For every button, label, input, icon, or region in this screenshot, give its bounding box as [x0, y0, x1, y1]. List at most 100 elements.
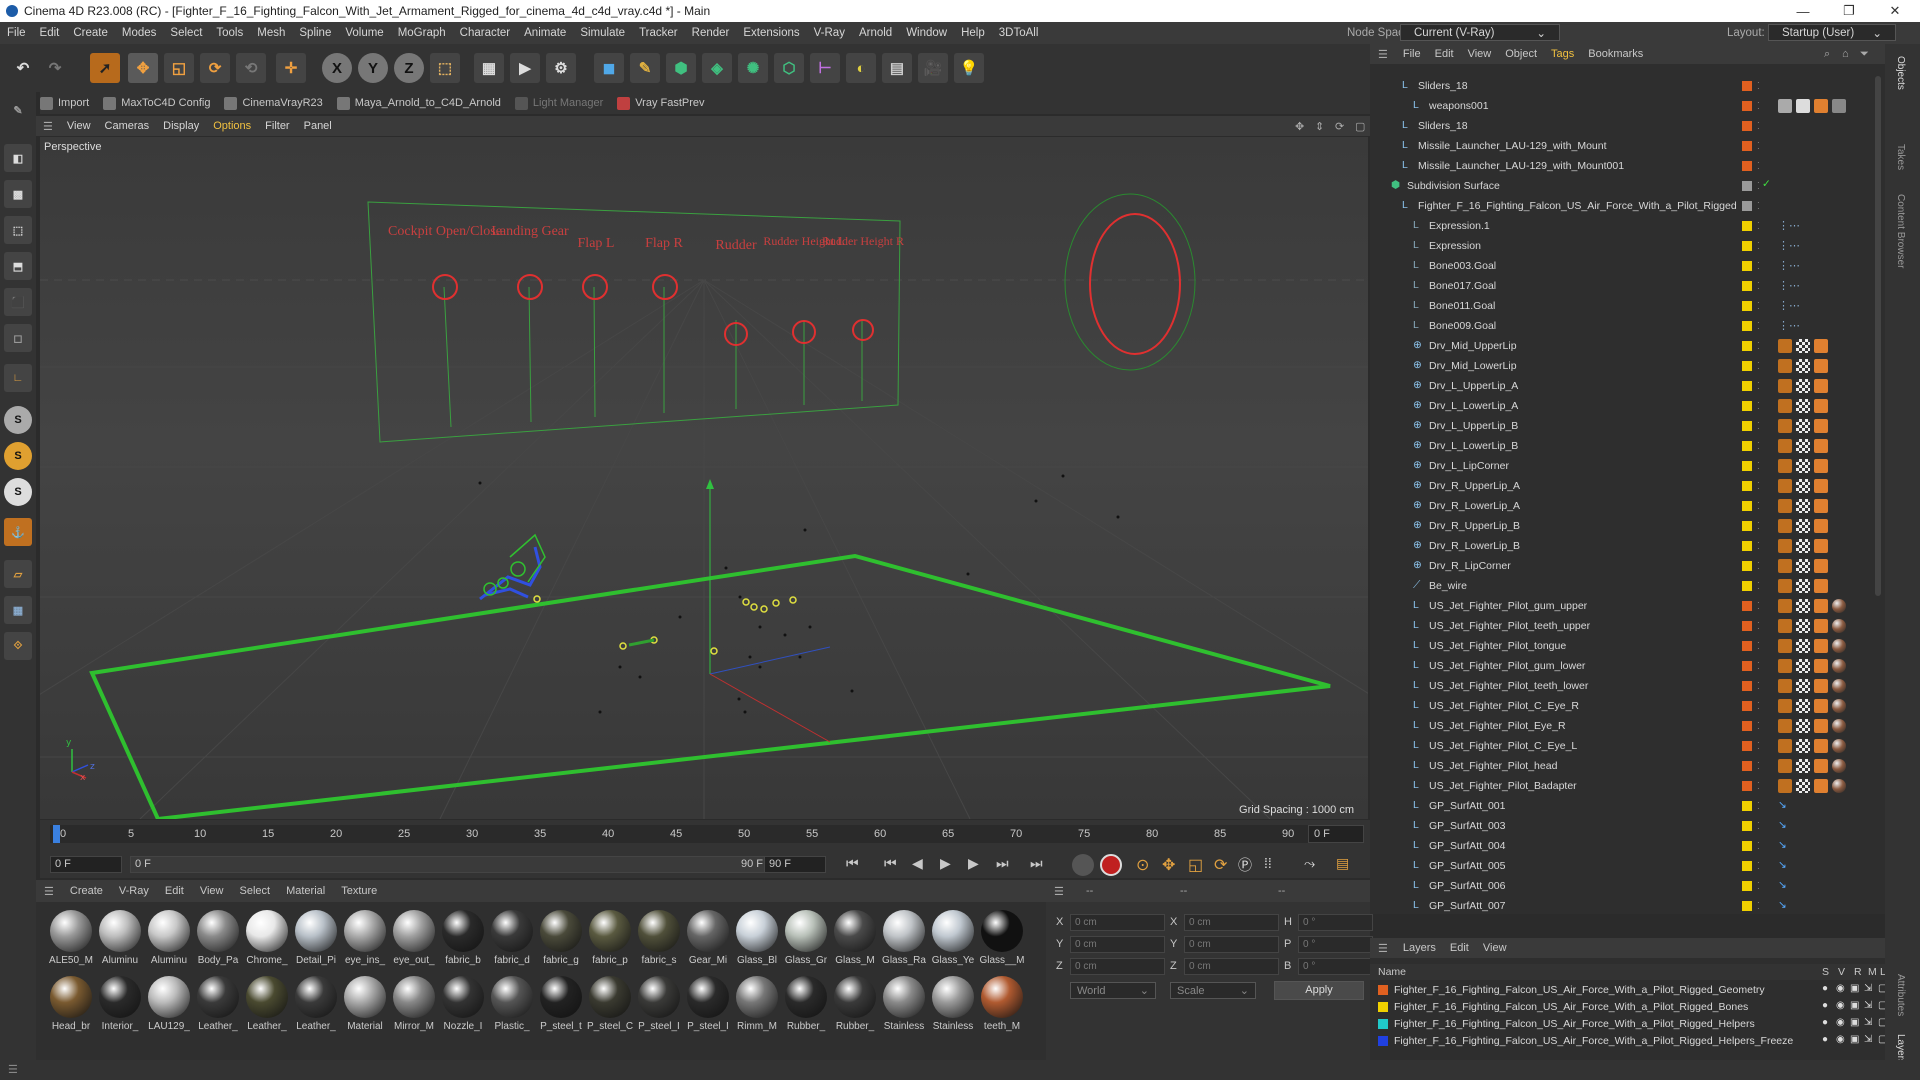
visibility-dots-icon[interactable]: · · [1757, 719, 1761, 733]
expression-tag-icon[interactable] [1814, 419, 1828, 433]
material-tag-icon[interactable] [1832, 699, 1846, 713]
object-row[interactable]: L GP_SurfAtt_004 · · ↘ [1370, 836, 1885, 856]
visibility-dots-icon[interactable]: · · [1757, 699, 1761, 713]
constraint-tag-icon[interactable]: ↘ [1778, 899, 1792, 913]
texture-tag-icon[interactable] [1796, 399, 1810, 413]
material-swatch[interactable]: Material [342, 974, 388, 1036]
layer-color-swatch[interactable] [1742, 541, 1752, 551]
layer-color-swatch[interactable] [1742, 141, 1752, 151]
object-row[interactable]: L Missile_Launcher_LAU-129_with_Mount · · [1370, 136, 1885, 156]
material-swatch[interactable]: Glass_Bl [734, 908, 780, 970]
layer-color-swatch[interactable] [1742, 821, 1752, 831]
visibility-dots-icon[interactable]: · · [1757, 319, 1761, 333]
expression-tag-icon[interactable] [1778, 399, 1792, 413]
start-frame-field[interactable]: 0 F [50, 856, 122, 873]
layers-menu-edit[interactable]: Edit [1443, 942, 1476, 954]
om-menu-tags[interactable]: Tags [1544, 48, 1581, 60]
apply-button[interactable]: Apply [1274, 981, 1364, 1000]
enabled-check-icon[interactable]: ✓ [1762, 178, 1771, 190]
rotation-h-field[interactable]: 0 ° [1298, 914, 1373, 931]
undo-icon[interactable]: ↶ [8, 53, 38, 83]
visibility-dots-icon[interactable]: · · [1757, 199, 1761, 213]
material-tag-icon[interactable] [1832, 639, 1846, 653]
cube-icon[interactable]: ◼ [594, 53, 624, 83]
layer-color-swatch[interactable] [1742, 221, 1752, 231]
light-icon[interactable]: 💡 [954, 53, 984, 83]
camera-icon[interactable]: 🎥 [918, 53, 948, 83]
workplane-snap-icon[interactable]: S [4, 478, 32, 506]
floor-icon[interactable]: ▤ [882, 53, 912, 83]
move-icon[interactable]: ✥ [128, 53, 158, 83]
mat-menu-texture[interactable]: Texture [333, 885, 385, 897]
object-row[interactable]: ⊕ Drv_R_LowerLip_B · · [1370, 536, 1885, 556]
layer-color-swatch[interactable] [1742, 381, 1752, 391]
expression-tag-icon[interactable] [1778, 559, 1792, 573]
menu-volume[interactable]: Volume [338, 27, 390, 39]
key-param-icon[interactable]: Ⓟ [1238, 855, 1252, 875]
prev-key-icon[interactable]: ⏮ [884, 855, 897, 872]
layers-menu-view[interactable]: View [1476, 942, 1514, 954]
material-swatch[interactable]: Rubber_ [832, 974, 878, 1036]
visibility-dots-icon[interactable]: · · [1757, 219, 1761, 233]
mat-menu-create[interactable]: Create [62, 885, 111, 897]
expression-tag-icon[interactable] [1814, 339, 1828, 353]
node-space-dropdown[interactable]: Current (V-Ray) ⌄ [1400, 24, 1560, 41]
visibility-dots-icon[interactable]: · · [1757, 259, 1761, 273]
texture-tag-icon[interactable] [1796, 599, 1810, 613]
menu-create[interactable]: Create [66, 27, 115, 39]
layer-color-swatch[interactable] [1742, 521, 1752, 531]
render-icon[interactable]: ▣ [1850, 1034, 1859, 1045]
texture-tag-icon[interactable] [1796, 379, 1810, 393]
layer-row[interactable]: Fighter_F_16_Fighting_Falcon_US_Air_Forc… [1370, 1016, 1887, 1033]
material-swatch[interactable]: teeth_M [979, 974, 1025, 1036]
redo-icon[interactable]: ↷ [40, 53, 70, 83]
eye-icon[interactable]: ◉ [1836, 983, 1845, 994]
layer-menu-icon[interactable]: ☰ [1370, 942, 1396, 955]
layer-color-swatch[interactable] [1742, 301, 1752, 311]
keyframe-selection-icon[interactable]: ⊙ [1136, 855, 1149, 875]
visibility-dots-icon[interactable]: · · [1757, 839, 1761, 853]
visibility-dots-icon[interactable]: · · [1757, 359, 1761, 373]
object-row[interactable]: ⬢ Subdivision Surface · · ✓ [1370, 176, 1885, 196]
object-tag-icon[interactable] [1814, 99, 1828, 113]
object-row[interactable]: L Sliders_18 · · [1370, 116, 1885, 136]
om-menu-object[interactable]: Object [1498, 48, 1544, 60]
vp-menu-filter[interactable]: Filter [258, 120, 296, 132]
expression-tag-icon[interactable] [1778, 619, 1792, 633]
next-frame-icon[interactable]: ▶ [968, 855, 979, 872]
constraint-tag-icon[interactable]: ↘ [1778, 839, 1792, 853]
expression-tag-icon[interactable] [1814, 399, 1828, 413]
menu-3dtoall[interactable]: 3DToAll [992, 27, 1046, 39]
menu-render[interactable]: Render [685, 27, 737, 39]
visibility-dots-icon[interactable]: · · [1757, 459, 1761, 473]
coord-menu-icon[interactable]: ☰ [1054, 885, 1064, 898]
material-swatch[interactable]: fabric_d [489, 908, 535, 970]
deformer-icon[interactable]: ⬡ [774, 53, 804, 83]
timeline-window-icon[interactable]: ▤ [1336, 855, 1349, 872]
om-menu-view[interactable]: View [1461, 48, 1499, 60]
texture-tag-icon[interactable] [1796, 639, 1810, 653]
material-swatch[interactable]: P_steel_t [538, 974, 584, 1036]
object-row[interactable]: ⊕ Drv_Mid_LowerLip · · [1370, 356, 1885, 376]
expression-tag-icon[interactable] [1778, 759, 1792, 773]
texture-tag-icon[interactable] [1796, 439, 1810, 453]
3d-viewport[interactable]: Cockpit Open/Close Landing Gear Flap L F… [40, 137, 1368, 819]
prev-frame-icon[interactable]: ◀ [912, 855, 923, 872]
material-swatch[interactable]: Glass_Ra [881, 908, 927, 970]
menu-spline[interactable]: Spline [292, 27, 338, 39]
xpresso-tag-icon[interactable]: ⋮⋯ [1778, 259, 1800, 273]
visibility-dots-icon[interactable]: · · [1757, 579, 1761, 593]
material-tag-icon[interactable] [1832, 599, 1846, 613]
expression-tag-icon[interactable] [1778, 459, 1792, 473]
menu-mesh[interactable]: Mesh [250, 27, 292, 39]
texture-tag-icon[interactable] [1796, 519, 1810, 533]
visibility-dots-icon[interactable]: · · [1757, 879, 1761, 893]
visibility-dots-icon[interactable]: · · [1757, 519, 1761, 533]
preview-range-slider[interactable]: 0 F 90 F [130, 856, 770, 873]
object-row[interactable]: L GP_SurfAtt_003 · · ↘ [1370, 816, 1885, 836]
expression-tag-icon[interactable] [1778, 599, 1792, 613]
timeline-ruler[interactable]: 0 5 10 15 20 25 30 35 40 45 50 55 60 65 … [50, 825, 1310, 843]
search-icon[interactable]: ⌕ [1824, 48, 1830, 61]
layer-color-swatch[interactable] [1742, 181, 1752, 191]
layer-color-swatch[interactable] [1742, 161, 1752, 171]
